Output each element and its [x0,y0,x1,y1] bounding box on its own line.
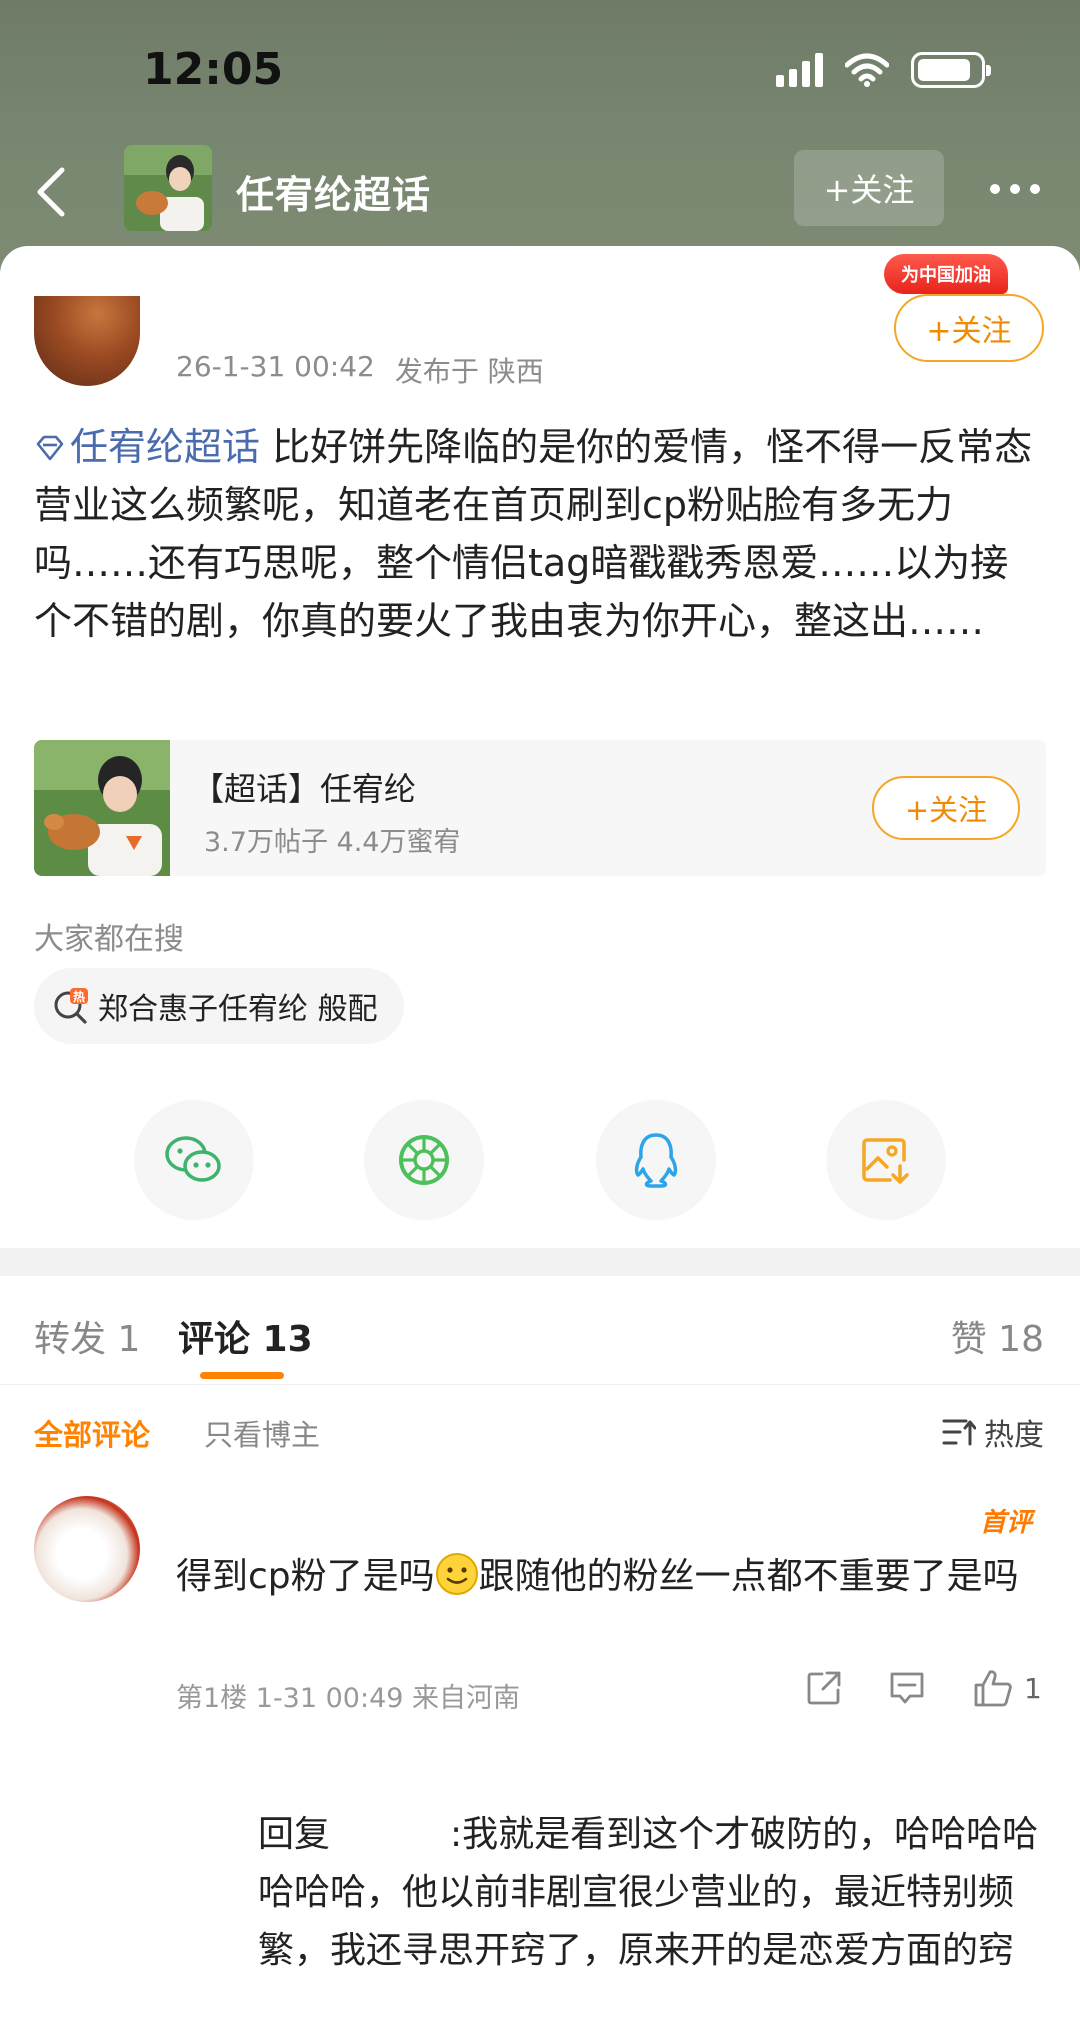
promo-badge: 为中国加油 [884,254,1008,294]
filter-owner-only[interactable]: 只看博主 [204,1412,320,1454]
share-row [0,1100,1080,1220]
post-location: 发布于 陕西 [394,355,544,388]
battery-icon [911,52,991,88]
repost-comment-icon[interactable] [806,1670,842,1706]
first-comment-badge: 首评 [980,1508,1033,1538]
active-tab-indicator [200,1372,284,1379]
wifi-icon [845,53,889,87]
super-topic-stats: 3.7万帖子 4.4万蜜宥 [204,827,461,858]
reply-comment-icon[interactable] [888,1670,926,1706]
share-qq-button[interactable] [596,1100,716,1220]
topic-avatar[interactable] [124,145,212,231]
share-moments-button[interactable] [364,1100,484,1220]
hot-search-title: 大家都在搜 [34,922,184,957]
filter-all-comments[interactable]: 全部评论 [34,1412,150,1454]
header-follow-button[interactable]: +关注 [794,150,944,226]
page-title: 任宥纶超话 [236,173,432,217]
wechat-icon [165,1136,221,1182]
sort-by-hot-button[interactable]: 热度 [942,1410,1044,1454]
svg-text:热: 热 [73,989,85,1004]
comment-actions: 1 [806,1668,1042,1708]
interaction-tabs: 转发 1 评论 13 赞 18 [0,1300,1080,1388]
commenter-avatar[interactable] [34,1496,140,1602]
like-comment-icon[interactable] [972,1668,1014,1708]
smile-emoji-icon [435,1553,478,1595]
tab-likes[interactable]: 赞 18 [951,1310,1044,1362]
super-topic-follow-button[interactable]: +关注 [872,776,1020,840]
status-time: 12:05 [143,44,284,95]
topic-link[interactable]: 任宥纶超话 [70,425,260,469]
post-meta: 26-1-31 00:42 发布于 陕西 [176,350,544,390]
super-topic-diamond-icon [36,435,64,461]
moments-icon [399,1135,449,1185]
save-image-button[interactable] [826,1100,946,1220]
comment-text-part2: 跟随他的粉丝一点都不重要了是吗 [478,1556,1019,1597]
status-icons [776,52,991,88]
back-arrow-icon[interactable] [28,164,76,220]
save-image-icon [862,1138,909,1184]
hot-search-chip[interactable]: 热 郑合惠子任宥纶 般配 [34,968,404,1044]
reply-content: :我就是看到这个才破防的，哈哈哈哈哈哈哈，他以前非剧宣很少营业的，最近特别频繁，… [258,1814,1039,1971]
tab-comments[interactable]: 评论 13 [178,1310,313,1362]
hot-search-text: 郑合惠子任宥纶 般配 [98,992,378,1027]
hot-search-icon: 热 [54,988,88,1024]
comment-text: 得到cp粉了是吗 跟随他的粉丝一点都不重要了是吗 [176,1548,1056,1606]
sort-label: 热度 [984,1418,1044,1453]
section-divider [0,1248,1080,1276]
share-wechat-button[interactable] [134,1100,254,1220]
comment-text-part1: 得到cp粉了是吗 [176,1556,435,1597]
status-bar: 12:05 [0,0,1080,140]
reply-text: 回复:我就是看到这个才破防的，哈哈哈哈哈哈哈，他以前非剧宣很少营业的，最近特别频… [258,1806,1058,1980]
super-topic-thumbnail [34,740,170,876]
post-body: 任宥纶超话 比好饼先降临的是你的爱情，怪不得一反常态营业这么频繁呢，知道老在首页… [34,418,1046,650]
like-count: 1 [1024,1671,1042,1705]
tab-repost[interactable]: 转发 1 [34,1310,140,1362]
qq-icon [634,1133,678,1188]
sort-icon [942,1419,976,1446]
super-topic-card[interactable]: 【超话】任宥纶 3.7万帖子 4.4万蜜宥 +关注 [34,740,1046,876]
post-time: 26-1-31 00:42 [176,350,375,383]
reply-prefix: 回复 [258,1814,331,1855]
super-topic-name: 【超话】任宥纶 [192,770,417,808]
redacted-username [330,1835,450,1837]
comment-filter-row: 全部评论 只看博主 热度 [0,1408,1080,1458]
tabs-divider [0,1384,1080,1385]
author-follow-button[interactable]: +关注 [894,294,1044,362]
comment-meta: 第1楼 1-31 00:49 来自河南 [176,1683,521,1714]
more-options-icon[interactable] [990,184,1040,194]
signal-icon [776,53,823,87]
